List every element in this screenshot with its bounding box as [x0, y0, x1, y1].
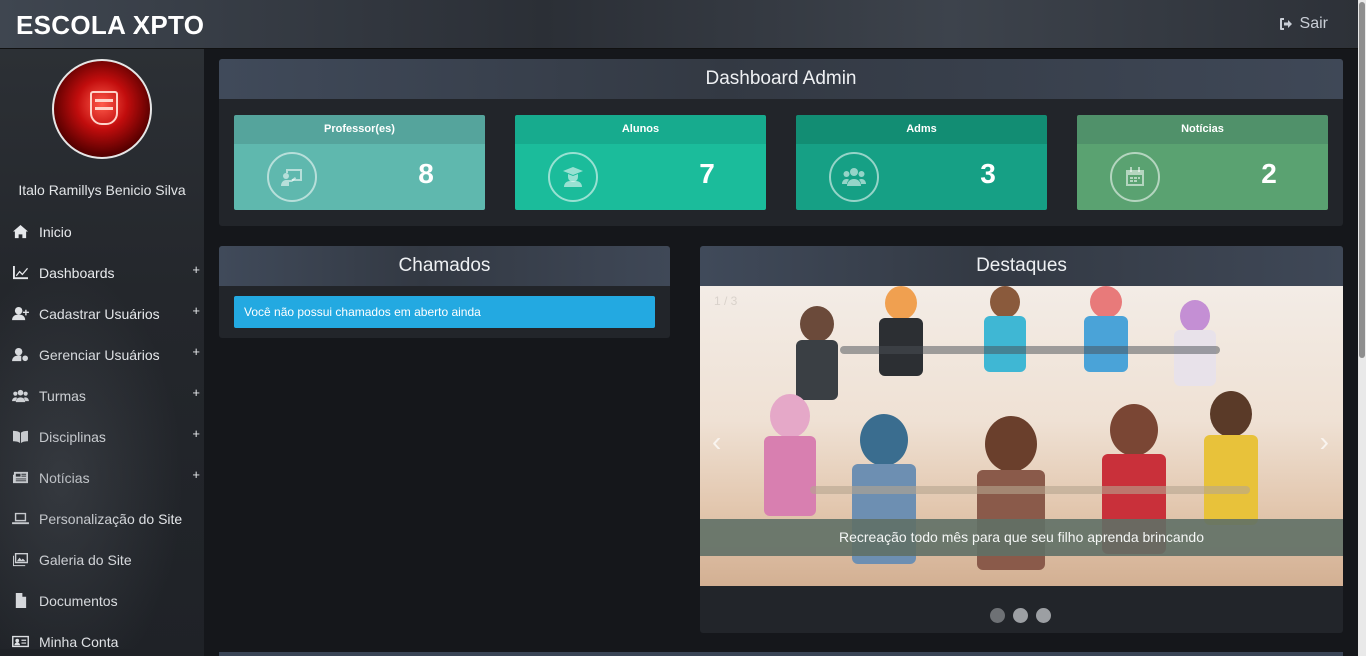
chamados-panel: Chamados Você não possui chamados em abe…: [219, 246, 670, 338]
paper-arms-chain: [810, 486, 1250, 494]
card-title: Alunos: [515, 115, 766, 144]
sidebar-item-documentos[interactable]: Documentos: [0, 580, 204, 621]
user-name: Italo Ramillys Benicio Silva: [18, 182, 186, 198]
users-icon: [10, 388, 30, 404]
expand-plus-icon[interactable]: +: [192, 385, 200, 400]
user-graduate-icon: [548, 152, 598, 202]
carousel-indicators: [990, 608, 1051, 623]
top-navbar: ESCOLA XPTO Sair: [0, 0, 1358, 49]
user-plus-icon: [10, 306, 30, 322]
info-alert: Você não possui chamados em aberto ainda: [234, 296, 655, 328]
scrollbar-thumb[interactable]: [1359, 2, 1365, 358]
panel-title: Destaques: [700, 246, 1343, 286]
card-count: 7: [699, 158, 715, 189]
expand-plus-icon[interactable]: +: [192, 467, 200, 482]
sidebar: Italo Ramillys Benicio Silva Inicio Dash…: [0, 49, 204, 656]
card-adms[interactable]: Adms 3: [796, 115, 1047, 210]
sidebar-item-label: Gerenciar Usuários: [39, 346, 160, 363]
expand-plus-icon[interactable]: +: [192, 303, 200, 318]
card-count: 3: [980, 158, 996, 189]
carousel-caption: Recreação todo mês para que seu filho ap…: [700, 519, 1343, 556]
book-open-icon: [10, 429, 30, 445]
avatar[interactable]: [52, 59, 152, 159]
carousel-next-button[interactable]: ›: [1320, 426, 1329, 458]
file-icon: [10, 593, 30, 609]
user-cog-icon: [10, 347, 30, 363]
sidebar-item-label: Personalização do Site: [39, 510, 183, 527]
sidebar-menu: Inicio Dashboards + Cadastrar Usuários +…: [0, 211, 204, 656]
users-icon: [829, 152, 879, 202]
expand-plus-icon[interactable]: +: [192, 344, 200, 359]
sidebar-item-label: Disciplinas: [39, 428, 106, 445]
card-count: 8: [418, 158, 434, 189]
sidebar-item-minha-conta[interactable]: Minha Conta: [0, 621, 204, 656]
sidebar-item-label: Dashboards: [39, 264, 115, 281]
chalkboard-teacher-icon: [267, 152, 317, 202]
card-title: Notícias: [1077, 115, 1328, 144]
images-icon: [10, 552, 30, 568]
sidebar-item-label: Minha Conta: [39, 633, 119, 650]
carousel-dot-3[interactable]: [1036, 608, 1051, 623]
sidebar-item-noticias[interactable]: Notícias +: [0, 457, 204, 498]
newspaper-icon: [10, 470, 30, 486]
carousel-slide-image[interactable]: 1 / 3 ‹ › Recreação todo mês para que se…: [700, 286, 1343, 586]
sidebar-item-gerenciar-usuarios[interactable]: Gerenciar Usuários +: [0, 334, 204, 375]
sign-out-icon: [1279, 18, 1292, 30]
paper-arms-chain: [840, 346, 1220, 354]
home-icon: [10, 224, 30, 240]
shield-emblem-icon: [90, 91, 118, 125]
card-professores[interactable]: Professor(es) 8: [234, 115, 485, 210]
card-alunos[interactable]: Alunos 7: [515, 115, 766, 210]
card-noticias[interactable]: Notícias 2: [1077, 115, 1328, 210]
logout-label: Sair: [1299, 15, 1328, 32]
sidebar-item-label: Inicio: [39, 223, 72, 240]
panel-title: Chamados: [219, 246, 670, 286]
sidebar-item-disciplinas[interactable]: Disciplinas +: [0, 416, 204, 457]
sidebar-item-label: Documentos: [39, 592, 118, 609]
sidebar-item-label: Turmas: [39, 387, 86, 404]
next-panel-edge: [219, 652, 1343, 656]
sidebar-item-label: Galeria do Site: [39, 551, 132, 568]
sidebar-item-label: Notícias: [39, 469, 90, 486]
expand-plus-icon[interactable]: +: [192, 426, 200, 441]
dashboard-admin-panel: Dashboard Admin Professor(es) 8 Alunos 7…: [219, 59, 1343, 226]
card-title: Professor(es): [234, 115, 485, 144]
sidebar-item-inicio[interactable]: Inicio: [0, 211, 204, 252]
carousel-dot-2[interactable]: [1013, 608, 1028, 623]
laptop-icon: [10, 511, 30, 527]
carousel-prev-button[interactable]: ‹: [712, 426, 721, 458]
card-title: Adms: [796, 115, 1047, 144]
id-card-icon: [10, 634, 30, 650]
brand-logo-text[interactable]: ESCOLA XPTO: [16, 10, 204, 41]
sidebar-item-label: Cadastrar Usuários: [39, 305, 160, 322]
page-scrollbar[interactable]: [1358, 0, 1366, 656]
sidebar-item-turmas[interactable]: Turmas +: [0, 375, 204, 416]
panel-title: Dashboard Admin: [219, 59, 1343, 99]
expand-plus-icon[interactable]: +: [192, 262, 200, 277]
destaques-panel: Destaques 1 / 3 ‹ › Recreação todo mês p…: [700, 246, 1343, 633]
sidebar-item-galeria-do-site[interactable]: Galeria do Site: [0, 539, 204, 580]
logout-button[interactable]: Sair: [1278, 15, 1328, 33]
sidebar-item-personalizacao-do-site[interactable]: Personalização do Site: [0, 498, 204, 539]
chart-line-icon: [10, 265, 30, 281]
sidebar-item-cadastrar-usuarios[interactable]: Cadastrar Usuários +: [0, 293, 204, 334]
slide-counter: 1 / 3: [714, 294, 738, 308]
card-count: 2: [1261, 158, 1277, 189]
carousel-dot-1[interactable]: [990, 608, 1005, 623]
calendar-icon: [1110, 152, 1160, 202]
sidebar-item-dashboards[interactable]: Dashboards +: [0, 252, 204, 293]
